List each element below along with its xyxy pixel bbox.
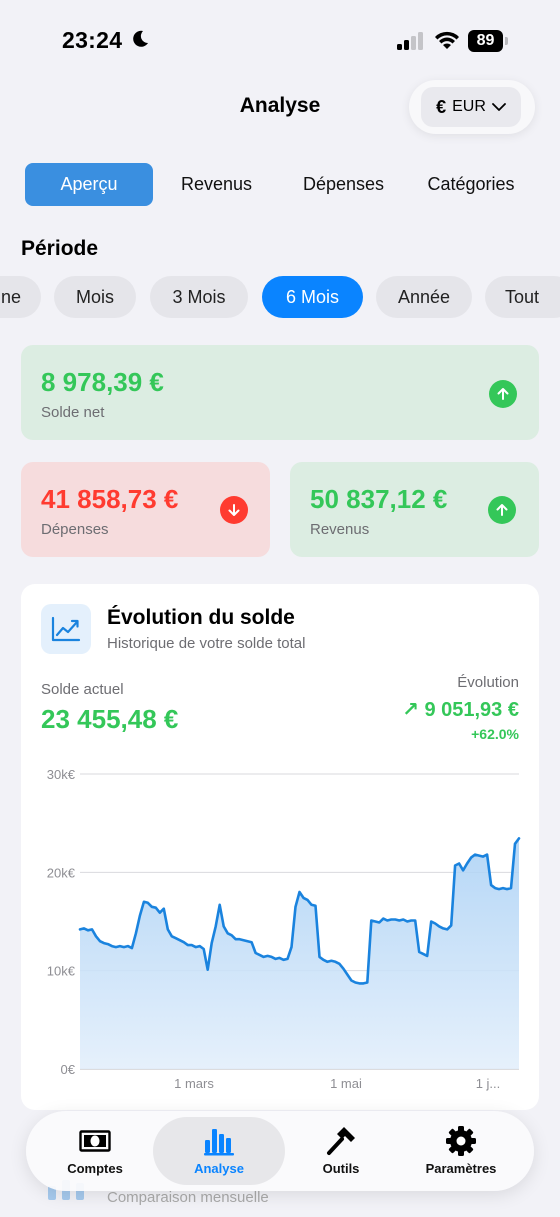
net-balance-card: 8 978,39 € Solde net — [21, 345, 539, 440]
tabbar-label-analyse: Analyse — [194, 1161, 244, 1176]
chevron-down-icon — [491, 103, 506, 111]
current-balance-value: 23 455,48 € — [41, 704, 179, 734]
expenses-card: 41 858,73 € Dépenses — [21, 462, 270, 557]
hammer-icon — [327, 1127, 355, 1155]
period-option-annee[interactable]: Année — [376, 276, 472, 318]
tabbar-label-parametres: Paramètres — [425, 1161, 497, 1176]
income-value: 50 837,12 € — [310, 484, 448, 514]
tabbar-item-outils[interactable]: Outils — [278, 1111, 404, 1191]
tab-revenus[interactable]: Revenus — [153, 163, 280, 206]
tab-depenses[interactable]: Dépenses — [280, 163, 407, 206]
trend-chart-icon — [41, 604, 91, 654]
battery-tip — [505, 37, 508, 45]
period-option-3mois[interactable]: 3 Mois — [150, 276, 248, 318]
y-tick-label: 0€ — [61, 1062, 76, 1077]
net-balance-label: Solde net — [41, 404, 105, 421]
status-time: 23:24 — [62, 27, 123, 53]
battery-indicator: 89 — [468, 30, 508, 52]
arrow-down-icon — [220, 496, 248, 524]
moon-icon — [133, 30, 148, 47]
tab-bar: Comptes Analyse Outils Paramètres — [26, 1111, 534, 1191]
tab-categories[interactable]: Catégories — [407, 163, 535, 206]
expenses-label: Dépenses — [41, 521, 109, 538]
income-label: Revenus — [310, 521, 370, 538]
tabbar-item-comptes[interactable]: Comptes — [32, 1111, 158, 1191]
y-tick-label: 10k€ — [47, 964, 76, 979]
y-tick-label: 20k€ — [47, 865, 76, 880]
balance-evolution-card: Évolution du solde Historique de votre s… — [21, 584, 539, 1110]
x-tick-label: 1 mars — [174, 1076, 214, 1091]
chart-title: Évolution du solde — [107, 606, 295, 629]
euro-icon: € — [436, 96, 447, 117]
period-label: Période — [21, 237, 99, 260]
battery-level: 89 — [468, 30, 503, 52]
net-balance-value: 8 978,39 € — [41, 367, 164, 397]
period-option-mois[interactable]: Mois — [54, 276, 136, 318]
balance-area-fill — [80, 838, 519, 1069]
income-card: 50 837,12 € Revenus — [290, 462, 539, 557]
period-option-tout[interactable]: Tout — [485, 276, 560, 318]
tabbar-item-analyse[interactable]: Analyse — [156, 1111, 282, 1191]
period-option-partial[interactable]: ne — [0, 276, 41, 318]
chart-subtitle: Historique de votre solde total — [107, 635, 306, 652]
expenses-value: 41 858,73 € — [41, 484, 179, 514]
banknote-icon — [79, 1130, 111, 1152]
current-balance-label: Solde actuel — [41, 681, 124, 698]
gear-icon — [446, 1126, 476, 1156]
balance-area-chart: 0€ 10k€ 20k€ 30k€ 1 mars 1 mai 1 j... — [47, 767, 521, 1091]
arrow-up-icon — [488, 496, 516, 524]
evolution-percent: +62.0% — [471, 726, 519, 742]
tabbar-item-parametres[interactable]: Paramètres — [398, 1111, 524, 1191]
x-tick-label: 1 j... — [476, 1076, 501, 1091]
arrow-up-icon — [489, 380, 517, 408]
currency-selector[interactable]: € EUR — [409, 80, 535, 134]
signal-icon — [397, 32, 423, 50]
currency-button[interactable]: € EUR — [421, 87, 521, 127]
bar-chart-icon — [204, 1129, 234, 1156]
currency-code: EUR — [452, 98, 486, 115]
status-bar: 23:24 89 — [0, 0, 560, 80]
monthly-comparison-subtitle: Comparaison mensuelle — [107, 1189, 269, 1206]
evolution-value: ↗ 9 051,93 € — [402, 699, 519, 721]
evolution-label: Évolution — [457, 674, 519, 691]
tabbar-label-outils: Outils — [322, 1161, 360, 1176]
y-tick-label: 30k€ — [47, 767, 76, 782]
wifi-icon — [435, 31, 459, 49]
x-tick-label: 1 mai — [330, 1076, 362, 1091]
tab-apercu[interactable]: Aperçu — [25, 163, 153, 206]
period-option-6mois[interactable]: 6 Mois — [262, 276, 363, 318]
tabbar-label-comptes: Comptes — [67, 1161, 123, 1176]
period-selector: ne Mois 3 Mois 6 Mois Année Tout — [0, 276, 560, 318]
segmented-tabs: Aperçu Revenus Dépenses Catégories — [25, 163, 535, 206]
